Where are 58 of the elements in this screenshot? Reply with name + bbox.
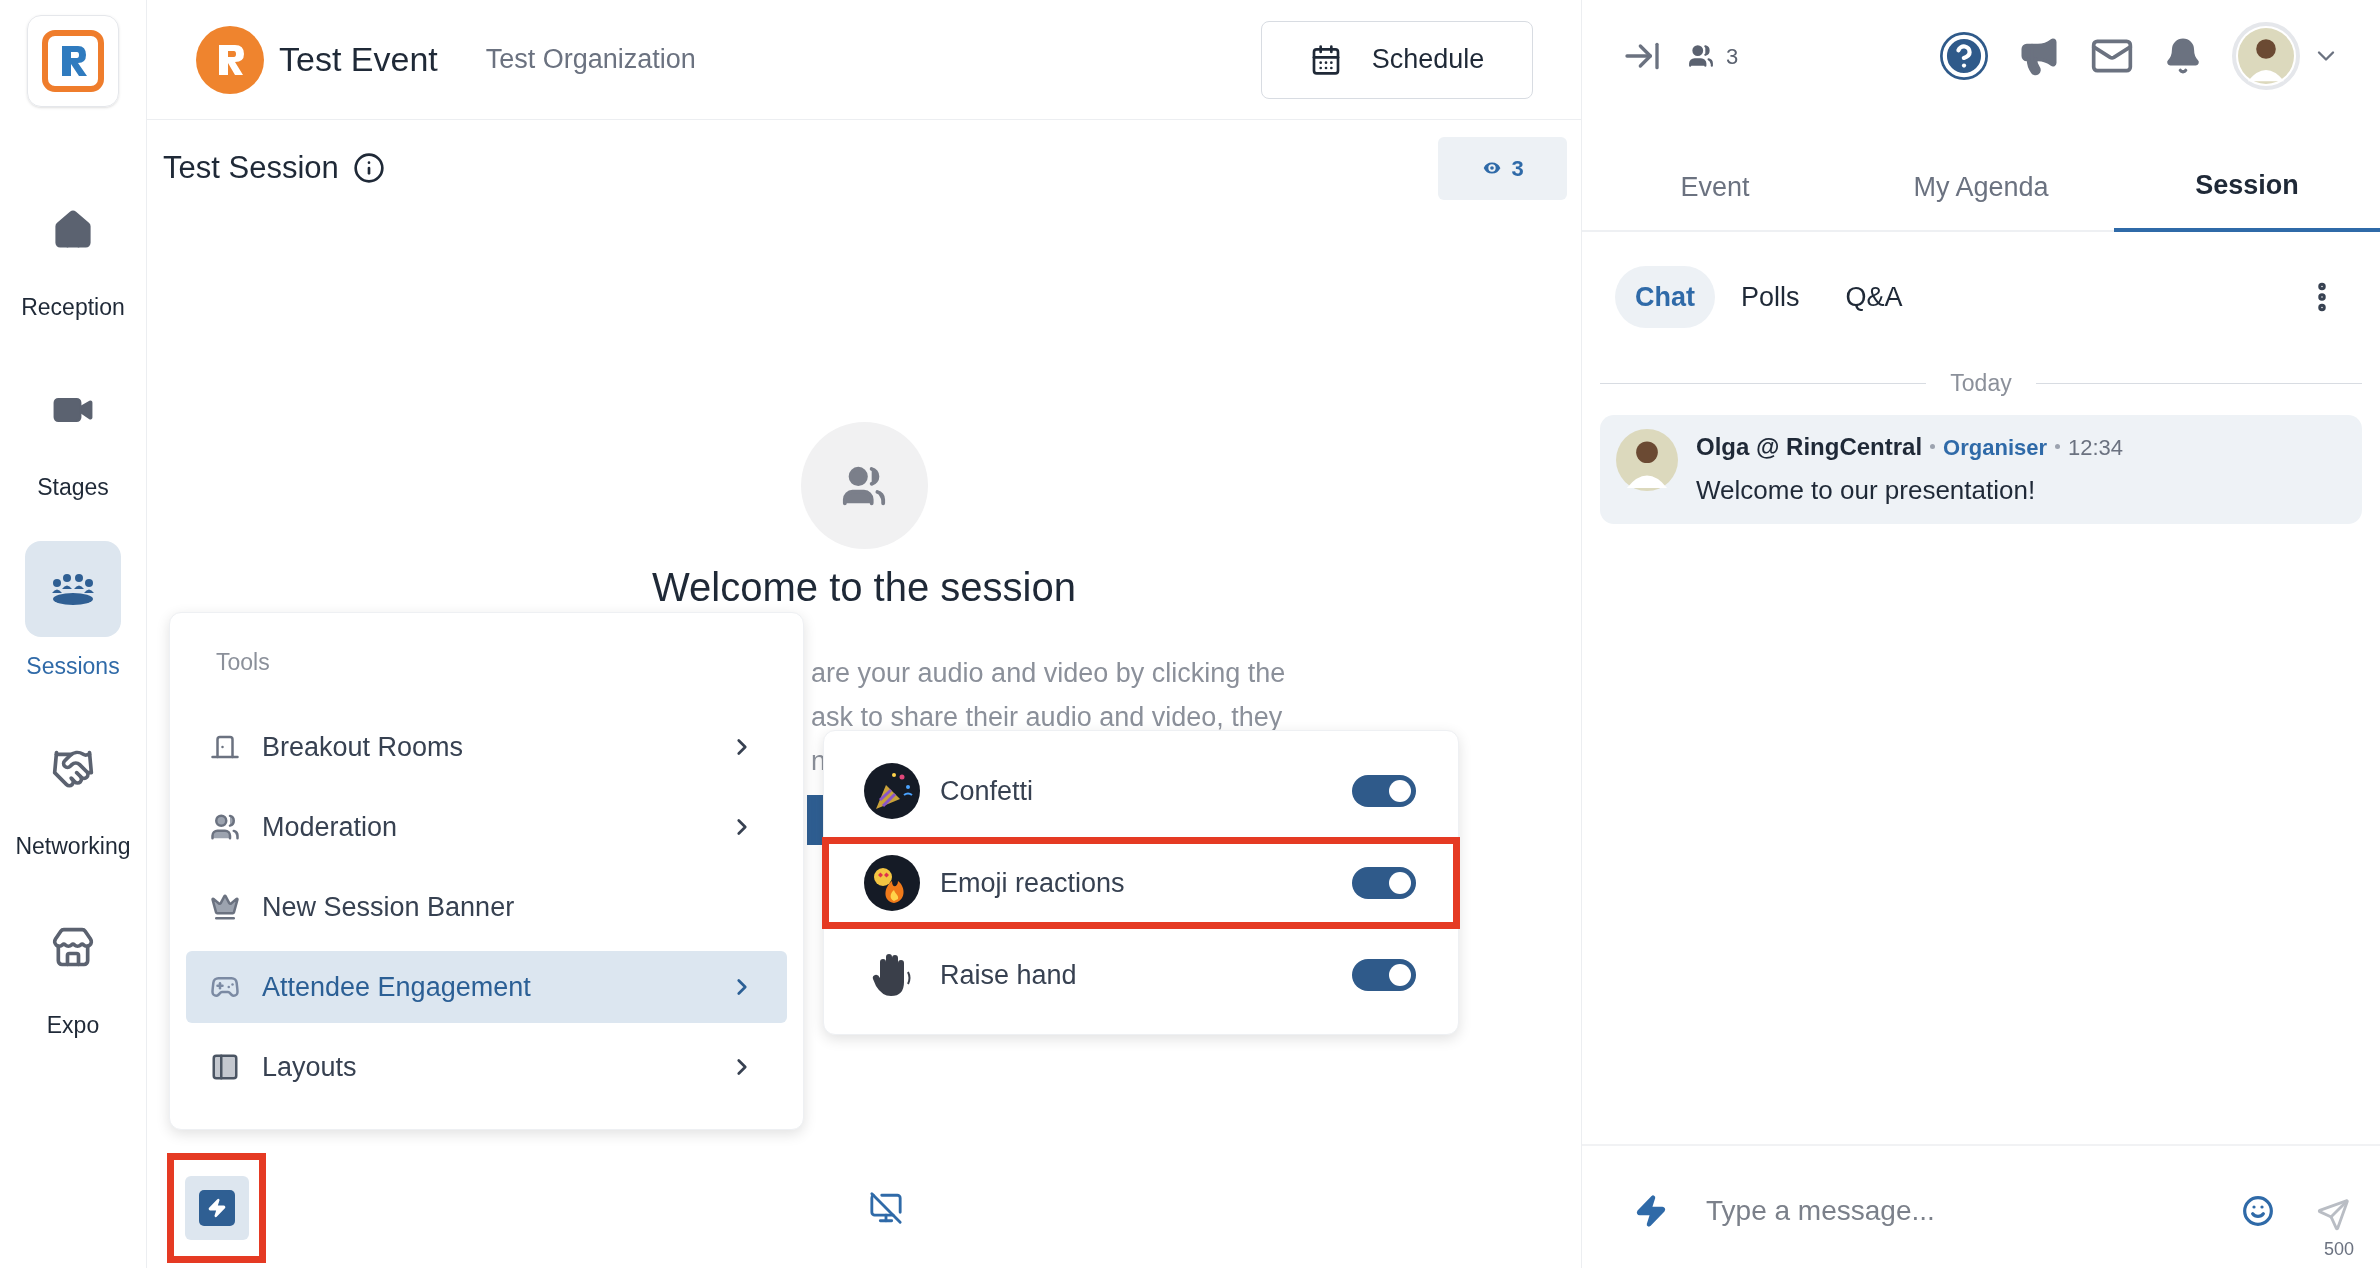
engagement-option: Emoji reactions bbox=[940, 862, 1125, 904]
fire-emoji-icon bbox=[864, 855, 920, 911]
message-text: Welcome to our presentation! bbox=[1696, 473, 2037, 507]
engagement-option: Confetti bbox=[940, 770, 1034, 812]
tools-button[interactable] bbox=[184, 1176, 249, 1240]
panel-tab[interactable]: My Agenda bbox=[1848, 142, 2114, 232]
menu-item[interactable]: Breakout Rooms bbox=[186, 711, 787, 783]
event-title: Test Event bbox=[279, 39, 438, 80]
message-time: 12:34 bbox=[2068, 433, 2124, 462]
sidebar-item[interactable]: Sessions bbox=[3, 541, 143, 684]
screen-share-off-icon[interactable] bbox=[869, 1191, 903, 1225]
menu-item[interactable]: Layouts bbox=[186, 1031, 787, 1103]
menu-title: Tools bbox=[216, 647, 270, 677]
sidebar-item[interactable]: Stages bbox=[3, 361, 143, 504]
session-description: ask to share their audio and video, they bbox=[811, 701, 1283, 734]
button-edge bbox=[807, 795, 823, 845]
users-icon bbox=[1688, 43, 1714, 69]
users-icon bbox=[210, 812, 240, 842]
toggle-switch[interactable] bbox=[1352, 775, 1416, 807]
engagement-option: Raise hand bbox=[940, 954, 1077, 996]
info-icon[interactable] bbox=[352, 152, 385, 184]
message-input[interactable]: Type a message... bbox=[1706, 1190, 2242, 1232]
session-title: Test Session bbox=[163, 148, 339, 187]
menu-item[interactable]: New Session Banner bbox=[186, 871, 787, 943]
help-icon[interactable] bbox=[1940, 32, 1988, 80]
bell-icon[interactable] bbox=[2164, 37, 2202, 75]
toggle-switch[interactable] bbox=[1352, 867, 1416, 899]
avatar bbox=[2238, 28, 2294, 84]
character-limit: 500 bbox=[2323, 1238, 2354, 1261]
lightning-icon bbox=[206, 1198, 227, 1218]
participant-count: 3 bbox=[1726, 42, 1739, 71]
event-logo bbox=[195, 24, 265, 95]
layout-icon bbox=[210, 1052, 240, 1082]
chat-tab[interactable]: Chat bbox=[1615, 266, 1715, 328]
viewer-count-badge: 3 bbox=[1438, 136, 1567, 200]
lightning-icon[interactable] bbox=[1634, 1194, 1668, 1228]
sidebar-item[interactable]: Reception bbox=[3, 182, 143, 325]
party-popper-icon bbox=[864, 763, 920, 819]
toggle-switch[interactable] bbox=[1352, 959, 1416, 991]
schedule-button[interactable]: Schedule bbox=[1261, 20, 1533, 99]
sidebar-item[interactable]: Expo bbox=[3, 900, 143, 1043]
sidebar-item[interactable]: Networking bbox=[3, 720, 143, 863]
welcome-heading: Welcome to the session bbox=[652, 564, 1076, 611]
organization-name: Test Organization bbox=[485, 43, 696, 77]
app-logo[interactable] bbox=[27, 15, 119, 107]
panel-tab[interactable]: Event bbox=[1582, 142, 1848, 232]
emoji-icon[interactable] bbox=[2242, 1195, 2274, 1227]
chat-tab[interactable]: Polls bbox=[1721, 266, 1820, 328]
author-role: Organiser bbox=[1943, 433, 2048, 462]
menu-item[interactable]: Attendee Engagement bbox=[186, 951, 787, 1023]
menu-item[interactable]: Moderation bbox=[186, 791, 787, 863]
panel-tab[interactable]: Session bbox=[2114, 142, 2380, 232]
crown-icon bbox=[210, 892, 240, 922]
date-divider: Today bbox=[1950, 369, 2012, 398]
session-description: are your audio and video by clicking the bbox=[811, 657, 1286, 690]
message-author: Olga @ RingCentral bbox=[1696, 431, 1923, 462]
avatar bbox=[1616, 428, 1678, 491]
chat-tab[interactable]: Q&A bbox=[1825, 266, 1923, 328]
